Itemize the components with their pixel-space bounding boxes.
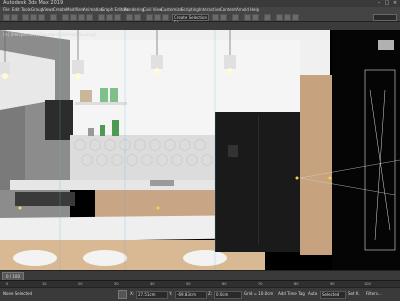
title-bar: Autodesk 3ds Max 2019 – □ × (0, 0, 400, 7)
render-production-icon[interactable] (292, 14, 299, 21)
range-hood (45, 100, 73, 140)
select-by-name-icon[interactable] (70, 14, 77, 21)
window-title: Autodesk 3ds Max 2019 (3, 0, 64, 6)
undo-icon[interactable] (3, 14, 10, 21)
z-label: Z: (208, 291, 213, 296)
maximize-icon[interactable]: □ (384, 1, 390, 6)
refrigerator (215, 112, 300, 252)
bind-space-warp-icon[interactable] (38, 14, 45, 21)
rotate-icon[interactable] (106, 14, 113, 21)
unlink-icon[interactable] (30, 14, 37, 21)
key-filters-button[interactable]: Filters... (366, 291, 382, 297)
redo-icon[interactable] (11, 14, 18, 21)
percent-snap-icon[interactable] (162, 14, 169, 21)
minimize-icon[interactable]: – (376, 1, 382, 6)
select-object-icon[interactable] (62, 14, 69, 21)
search-input[interactable] (373, 14, 397, 21)
wall-shelf (75, 102, 127, 105)
auto-key-button[interactable]: Auto (308, 291, 317, 297)
y-coordinate-field[interactable]: -69.83cm (175, 291, 207, 299)
link-icon[interactable] (22, 14, 29, 21)
add-time-tag-button[interactable]: Add Time Tag (278, 291, 305, 297)
viewport-label[interactable]: [+] [Perspective] [Standard] [Default Sh… (3, 32, 96, 37)
wood-panel (300, 75, 332, 255)
bar-stool (13, 250, 57, 266)
snaps-toggle-icon[interactable] (146, 14, 153, 21)
lock-selection-icon[interactable] (118, 290, 127, 299)
bar-stool (183, 250, 227, 266)
x-coordinate-field[interactable]: 27.51cm (136, 291, 168, 299)
y-label: Y: (169, 291, 173, 296)
scale-icon[interactable] (114, 14, 121, 21)
render-setup-icon[interactable] (276, 14, 283, 21)
z-coordinate-field[interactable]: 0.0cm (214, 291, 242, 299)
curve-editor-icon[interactable] (244, 14, 251, 21)
lower-cabinets (95, 190, 215, 220)
ribbon (0, 22, 400, 30)
selection-filter-icon[interactable] (50, 14, 57, 21)
rendered-frame-window-icon[interactable] (284, 14, 291, 21)
reference-coordinate-icon[interactable] (126, 14, 133, 21)
bar-stool (83, 250, 127, 266)
perspective-viewport[interactable]: [+] [Perspective] [Standard] [Default Sh… (0, 30, 400, 270)
schematic-view-icon[interactable] (252, 14, 259, 21)
mirror-icon[interactable] (212, 14, 219, 21)
material-editor-icon[interactable] (264, 14, 271, 21)
selection-status: None Selected (3, 291, 33, 296)
selection-set-dropdown[interactable]: Create Selection Se (172, 14, 209, 25)
view-cube-icon (378, 40, 394, 50)
grid-status: Grid = 10.0cm (244, 291, 274, 296)
align-icon[interactable] (220, 14, 227, 21)
x-label: X: (130, 291, 135, 296)
set-key-button[interactable]: Set K. (348, 291, 360, 297)
move-icon[interactable] (98, 14, 105, 21)
key-filter-dropdown[interactable]: Selected (320, 291, 346, 299)
main-toolbar: Create Selection Se (0, 13, 400, 25)
sink (150, 180, 174, 186)
angle-snap-icon[interactable] (154, 14, 161, 21)
cooktop (15, 192, 75, 206)
close-icon[interactable]: × (392, 1, 398, 6)
pivot-center-icon[interactable] (134, 14, 141, 21)
window-crossing-icon[interactable] (86, 14, 93, 21)
countertop (10, 180, 225, 190)
rectangular-selection-icon[interactable] (78, 14, 85, 21)
status-bar: None Selected X: 27.51cm Y: -69.83cm Z: … (0, 287, 400, 301)
scene-render (0, 30, 400, 270)
layer-explorer-icon[interactable] (232, 14, 239, 21)
